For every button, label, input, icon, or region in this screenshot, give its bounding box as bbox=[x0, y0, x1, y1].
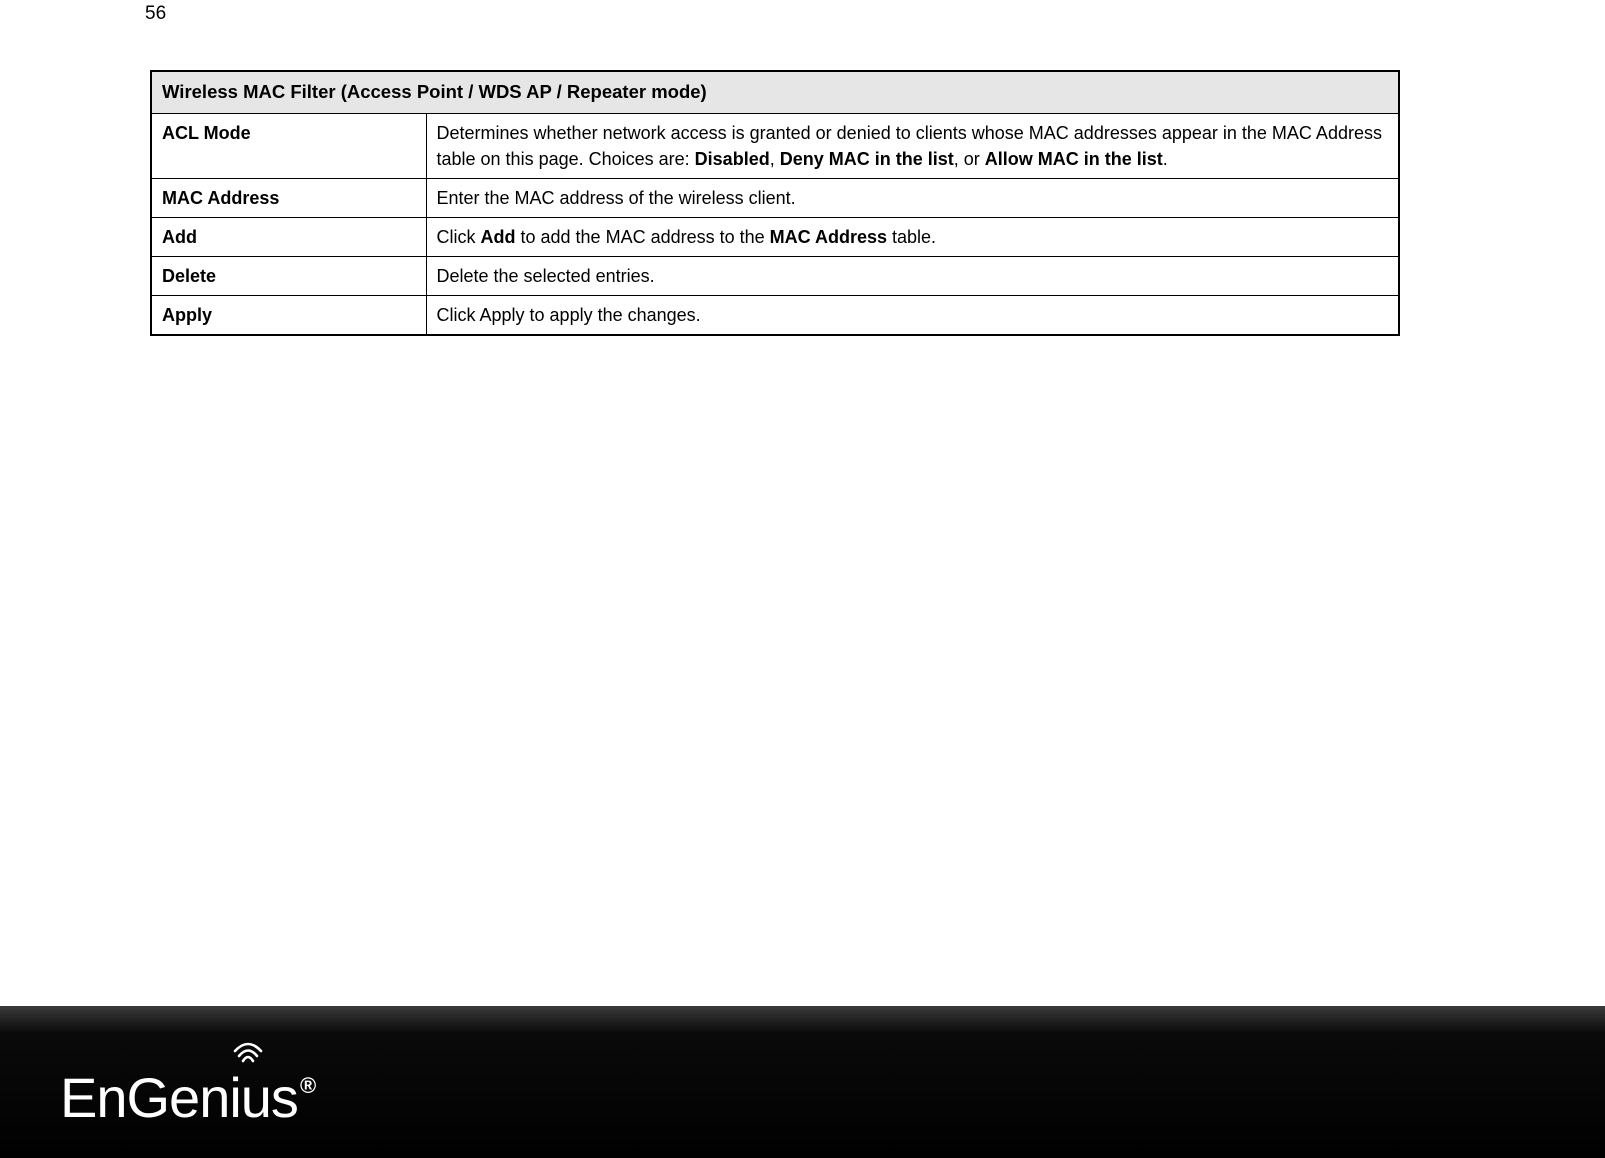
row-description: Click Apply to apply the changes. bbox=[426, 296, 1399, 336]
mac-filter-table: Wireless MAC Filter (Access Point / WDS … bbox=[150, 70, 1400, 336]
table-row: AddClick Add to add the MAC address to t… bbox=[151, 218, 1399, 257]
row-description: Delete the selected entries. bbox=[426, 257, 1399, 296]
row-label: MAC Address bbox=[151, 179, 426, 218]
row-description: Click Add to add the MAC address to the … bbox=[426, 218, 1399, 257]
table-row: DeleteDelete the selected entries. bbox=[151, 257, 1399, 296]
registered-mark-icon: ® bbox=[300, 1073, 316, 1099]
table-row: ApplyClick Apply to apply the changes. bbox=[151, 296, 1399, 336]
brand-text-part1: EnGen bbox=[60, 1065, 229, 1130]
table-row: ACL ModeDetermines whether network acces… bbox=[151, 113, 1399, 178]
row-label: Apply bbox=[151, 296, 426, 336]
row-label: Add bbox=[151, 218, 426, 257]
row-description: Determines whether network access is gra… bbox=[426, 113, 1399, 178]
wifi-icon bbox=[233, 1041, 263, 1065]
page-number: 56 bbox=[145, 3, 166, 25]
page-footer: EnGen ius® bbox=[0, 1006, 1605, 1158]
table-body: ACL ModeDetermines whether network acces… bbox=[151, 113, 1399, 335]
row-label: ACL Mode bbox=[151, 113, 426, 178]
table-header: Wireless MAC Filter (Access Point / WDS … bbox=[151, 71, 1399, 113]
row-label: Delete bbox=[151, 257, 426, 296]
table-row: MAC AddressEnter the MAC address of the … bbox=[151, 179, 1399, 218]
brand-text-part2: ius bbox=[229, 1065, 298, 1130]
brand-logo: EnGen ius® bbox=[60, 1065, 314, 1130]
row-description: Enter the MAC address of the wireless cl… bbox=[426, 179, 1399, 218]
